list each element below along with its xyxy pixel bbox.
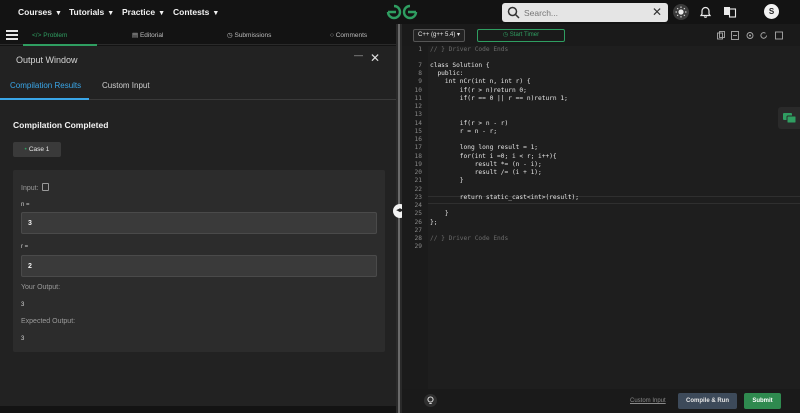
search-input[interactable] <box>524 5 644 20</box>
code-line: long long result = 1; <box>430 144 539 151</box>
document-icon: ▤ <box>132 32 140 39</box>
line-number: 9 <box>418 78 422 85</box>
tab-submissions-label: Submissions <box>234 32 272 39</box>
code-line: // } Driver Code Ends <box>430 46 509 53</box>
output-tabs: Compilation Results Custom Input <box>0 73 396 100</box>
code-line: } <box>430 177 464 184</box>
settings-icon[interactable] <box>746 31 754 40</box>
chevron-down-icon: ▼ <box>107 10 115 17</box>
close-icon[interactable]: ✕ <box>652 5 662 20</box>
output-window: Output Window — ✕ Compilation Results Cu… <box>0 46 396 406</box>
nav-courses-label: Courses <box>18 7 53 17</box>
tab-custom-input[interactable]: Custom Input <box>102 81 150 90</box>
tab-compilation-results[interactable]: Compilation Results <box>10 81 81 90</box>
upload-icon[interactable] <box>731 31 739 40</box>
param-n-label: n = <box>21 202 30 208</box>
close-icon[interactable]: ✕ <box>370 52 380 64</box>
avatar[interactable]: S <box>764 4 779 19</box>
start-timer-button[interactable]: ◷ Start Timer <box>477 29 565 42</box>
menu-icon[interactable] <box>6 30 18 40</box>
left-footer-strip <box>0 406 396 413</box>
fullscreen-icon[interactable] <box>775 31 783 40</box>
output-window-header: Output Window — ✕ <box>0 46 396 73</box>
nav-practice-label: Practice <box>122 7 156 17</box>
gfg-logo[interactable] <box>386 3 418 21</box>
copy-icon[interactable] <box>41 183 49 191</box>
pane-divider-line <box>398 24 400 413</box>
copy-code-icon[interactable] <box>717 31 725 40</box>
code-line: } <box>430 210 449 217</box>
line-number: 1 <box>418 46 422 53</box>
tab-comments[interactable]: ○ Comments <box>330 27 367 45</box>
line-number: 29 <box>414 243 422 250</box>
tab-comments-label: Comments <box>335 32 368 39</box>
input-label: Input: <box>21 183 49 192</box>
line-number: 13 <box>414 111 422 118</box>
language-select[interactable]: C++ (g++ 5.4) ▾ <box>413 29 465 42</box>
nav-contests-label: Contests <box>173 7 210 17</box>
hint-button[interactable] <box>424 394 437 407</box>
code-line: }; <box>430 219 438 226</box>
tab-submissions[interactable]: ◷ Submissions <box>227 27 271 45</box>
code-line: int nCr(int n, int r) { <box>430 78 531 85</box>
chevron-down-icon: ▼ <box>212 10 220 17</box>
chat-icon <box>783 113 797 124</box>
line-number: 25 <box>414 210 422 217</box>
sun-icon <box>675 6 687 18</box>
translate-icon[interactable] <box>722 4 737 19</box>
chevron-down-icon: ▼ <box>55 10 62 17</box>
search-icon <box>507 6 520 19</box>
submit-button[interactable]: Submit <box>744 393 781 409</box>
tab-editorial-label: Editorial <box>139 32 164 39</box>
output-window-title: Output Window <box>16 55 78 65</box>
nav-contests[interactable]: Contests ▼ <box>173 0 219 24</box>
code-icon: </> <box>32 32 44 39</box>
expected-output-value: 3 <box>21 336 25 342</box>
your-output-label: Your Output: <box>21 284 61 291</box>
timer-icon: ◷ <box>502 32 510 38</box>
param-n-field[interactable]: 3 <box>21 212 377 234</box>
active-tab-indicator <box>0 98 89 100</box>
line-number: 17 <box>414 144 422 151</box>
minimize-icon[interactable]: — <box>354 50 363 60</box>
your-output-value: 3 <box>21 302 25 308</box>
line-number: 21 <box>414 177 422 184</box>
tab-problem[interactable]: </> Problem <box>32 27 67 45</box>
tab-editorial[interactable]: ▤ Editorial <box>132 27 163 45</box>
code-line: r = n - r; <box>430 128 498 135</box>
reset-icon[interactable] <box>760 31 768 40</box>
chevron-down-icon: ▼ <box>158 10 166 17</box>
chat-button[interactable] <box>778 107 800 129</box>
nav-tutorials-label: Tutorials <box>69 7 105 17</box>
input-label-text: Input: <box>21 185 39 192</box>
timer-label: Start Timer <box>509 32 540 38</box>
tab-problem-label: Problem <box>43 32 68 39</box>
compilation-status: Compilation Completed <box>13 120 109 130</box>
nav-courses[interactable]: Courses ▼ <box>18 0 62 24</box>
case-label: Case 1 <box>28 146 50 153</box>
param-r-label: r = <box>21 244 29 250</box>
param-r-field[interactable]: 2 <box>21 255 377 277</box>
nav-practice[interactable]: Practice ▼ <box>122 0 165 24</box>
nav-tutorials[interactable]: Tutorials ▼ <box>69 0 114 24</box>
case-button[interactable]: • Case 1 <box>13 142 61 157</box>
theme-toggle-button[interactable] <box>673 4 689 20</box>
language-label: C++ (g++ 5.4) <box>418 32 456 38</box>
search-box[interactable]: ✕ <box>502 3 668 22</box>
custom-input-link[interactable]: Custom Input <box>630 398 666 404</box>
status-dot-icon: • <box>24 146 27 153</box>
editor-bottom-bar <box>402 389 800 413</box>
result-panel: Input: n = 3 r = 2 Your Output: 3 Expect… <box>13 170 385 352</box>
bell-icon[interactable] <box>698 4 713 19</box>
code-line: // } Driver Code Ends <box>430 235 509 242</box>
compile-run-button[interactable]: Compile & Run <box>678 393 737 409</box>
code-line: return static_cast<int>(result); <box>430 194 580 201</box>
code-line: if(r == 0 || r == n)return 1; <box>430 95 568 102</box>
expected-output-label: Expected Output: <box>21 318 76 325</box>
lightbulb-icon <box>427 396 434 404</box>
